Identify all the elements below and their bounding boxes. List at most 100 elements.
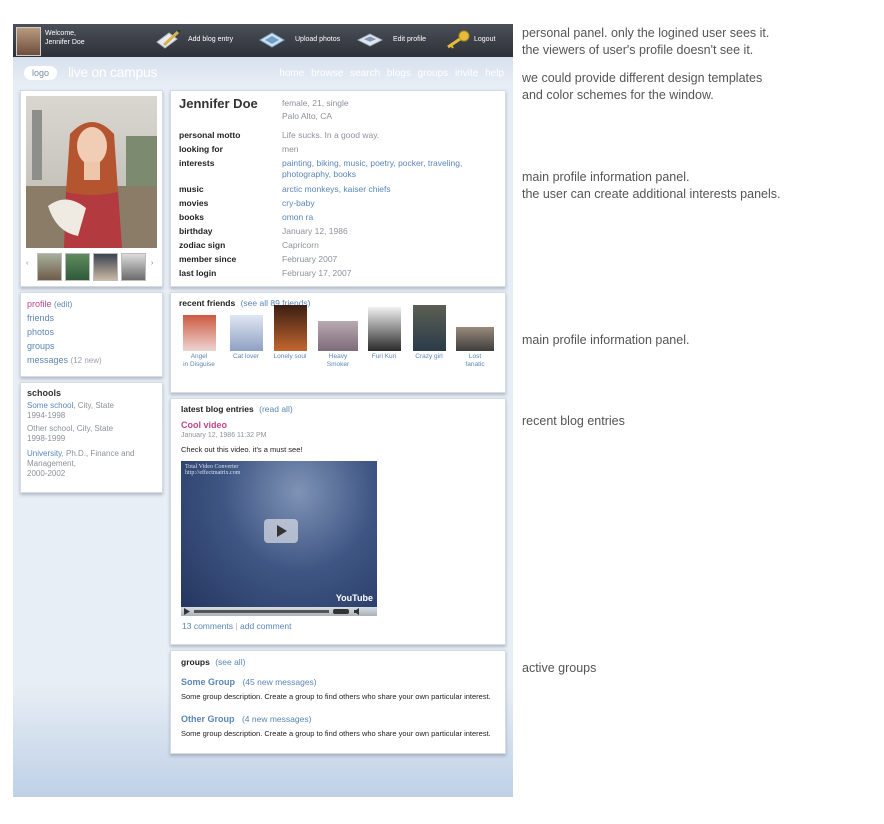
music-links[interactable]: arctic monkeys, kaiser chiefs <box>282 184 482 195</box>
messages-count: (12 new) <box>70 356 102 365</box>
group-item: Some Group (45 new messages) Some group … <box>181 672 499 702</box>
friend-name-line: fanatic <box>465 361 485 368</box>
books-link[interactable]: omon ra <box>282 212 482 223</box>
volume-icon[interactable] <box>353 607 361 616</box>
read-all-link[interactable]: (read all) <box>259 404 293 414</box>
logout-label: Logout <box>474 36 496 43</box>
field-label: member since <box>179 254 237 264</box>
play-small-icon[interactable] <box>183 607 191 616</box>
edit-profile-button[interactable]: Edit profile <box>357 28 435 52</box>
field-value: January 12, 1986 <box>282 226 348 236</box>
prev-arrow-icon[interactable]: ‹ <box>26 260 28 267</box>
welcome-username[interactable]: Jennifer Doe <box>45 38 85 47</box>
friend-photo <box>273 305 307 351</box>
next-arrow-icon[interactable]: › <box>151 260 153 267</box>
nav-messages-link[interactable]: messages <box>27 355 68 365</box>
play-button[interactable] <box>264 519 298 543</box>
field-label: interests <box>179 158 215 168</box>
friend-name-line: Angel <box>190 353 208 360</box>
nav-groups[interactable]: groups <box>418 68 449 79</box>
group-name-link[interactable]: Other Group <box>181 714 235 724</box>
upload-photos-label: Upload photos <box>295 36 341 43</box>
comments-link[interactable]: 13 comments <box>182 621 233 631</box>
photo-thumbnail[interactable] <box>121 253 146 281</box>
nav-groups[interactable]: groups <box>27 341 55 351</box>
friend-name-line: Heavy <box>328 353 348 360</box>
add-blog-entry-button[interactable]: Add blog entry <box>155 28 245 52</box>
blog-entry-text: Check out this video. it's a must see! <box>181 445 303 454</box>
video-caption: Total Video Converter http://effectmatri… <box>185 464 240 476</box>
school-details: , City, State <box>73 401 115 410</box>
photo-thumbnail[interactable] <box>65 253 90 281</box>
nav-friends[interactable]: friends <box>27 313 54 323</box>
photo-thumbnail[interactable] <box>37 253 62 281</box>
nav-search[interactable]: search <box>350 68 380 79</box>
nav-home[interactable]: home <box>279 68 304 79</box>
interests-links[interactable]: painting, biking, music, poetry, pocker,… <box>282 158 492 180</box>
movies-link[interactable]: cry-baby <box>282 198 482 209</box>
youtube-logo: YouTube <box>335 593 373 603</box>
site-name[interactable]: live on campus <box>68 64 157 80</box>
nav-invite[interactable]: invite <box>455 68 478 79</box>
video-player[interactable]: Total Video Converter http://effectmatri… <box>181 461 377 616</box>
annotation-line: main profile information panel. <box>522 170 690 184</box>
field-value: Life sucks. In a good way. <box>282 130 380 140</box>
photo-thumbnail[interactable] <box>93 253 118 281</box>
schools-panel: schools Some school, City, State 1994-19… <box>20 382 163 493</box>
friend-item[interactable]: Crazy girl <box>407 305 451 361</box>
blog-header: latest blog entries (read all) <box>181 404 293 414</box>
nav-help[interactable]: help <box>485 68 504 79</box>
profile-nav-panel: profile (edit) friends photos groups mes… <box>20 292 163 377</box>
nav-profile-link[interactable]: profile <box>27 299 52 309</box>
nav-profile: profile (edit) <box>27 299 72 309</box>
nav-blogs[interactable]: blogs <box>387 68 411 79</box>
friend-photo <box>367 307 401 351</box>
user-avatar[interactable] <box>16 27 41 56</box>
friend-name: Cat lover <box>224 353 268 361</box>
schools-title: schools <box>27 388 62 398</box>
school-link[interactable]: Some school <box>27 401 73 410</box>
profile-photo[interactable] <box>26 96 157 248</box>
annotation-blog: recent blog entries <box>522 413 625 430</box>
friend-item[interactable]: Angel in Disguise <box>177 315 221 369</box>
add-comment-link[interactable]: add comment <box>240 621 292 631</box>
friend-item[interactable]: Heavy Smoker <box>316 315 360 369</box>
friend-item[interactable]: Lonely soul <box>268 305 312 361</box>
annotation-line: recent blog entries <box>522 414 625 428</box>
nav-browse[interactable]: browse <box>311 68 343 79</box>
school-years: 2000-2002 <box>27 469 66 478</box>
school-years: 1994-1998 <box>27 411 66 420</box>
annotation-line: and color schemes for the window. <box>522 88 714 102</box>
friend-photo <box>456 327 494 351</box>
profile-info-panel: Jennifer Doe female, 21, single Palo Alt… <box>170 90 506 287</box>
friend-item[interactable]: Cat lover <box>224 315 268 361</box>
group-messages-count[interactable]: (45 new messages) <box>242 677 316 687</box>
logo[interactable]: logo <box>24 66 57 80</box>
blog-entry-title[interactable]: Cool video <box>181 420 227 430</box>
welcome-text: Welcome, Jennifer Doe <box>45 29 85 47</box>
group-name-link[interactable]: Some Group <box>181 677 235 687</box>
nav-photos[interactable]: photos <box>27 327 54 337</box>
video-progress-bar[interactable] <box>194 610 329 613</box>
annotation-line: we could provide different design templa… <box>522 71 763 85</box>
see-all-groups-link[interactable]: (see all) <box>215 657 245 667</box>
personal-panel: Welcome, Jennifer Doe Add blog entry Upl… <box>13 24 513 57</box>
field-label: music <box>179 184 204 194</box>
school-entry: University, Ph.D., Finance and Managemen… <box>27 449 159 479</box>
school-link[interactable]: University <box>27 449 62 458</box>
logout-button[interactable]: Logout <box>445 28 505 52</box>
group-messages-count[interactable]: (4 new messages) <box>242 714 311 724</box>
school-years: 1998-1999 <box>27 434 66 443</box>
friend-item[interactable]: Lost fanatic <box>453 315 497 369</box>
key-icon <box>447 30 470 49</box>
annotation-line: active groups <box>522 661 597 675</box>
friend-item[interactable]: Furi Kuri <box>362 307 406 361</box>
annotation-main-profile: main profile information panel. the user… <box>522 169 781 203</box>
nav-messages: messages (12 new) <box>27 355 102 365</box>
blog-entry-date: January 12, 1986 11:32 PM <box>181 432 267 439</box>
edit-profile-link[interactable]: (edit) <box>54 300 72 309</box>
friends-title: recent friends <box>179 298 236 308</box>
annotation-design-templates: we could provide different design templa… <box>522 70 762 104</box>
upload-photos-button[interactable]: Upload photos <box>259 28 349 52</box>
profile-page-mockup: Welcome, Jennifer Doe Add blog entry Upl… <box>13 24 513 797</box>
